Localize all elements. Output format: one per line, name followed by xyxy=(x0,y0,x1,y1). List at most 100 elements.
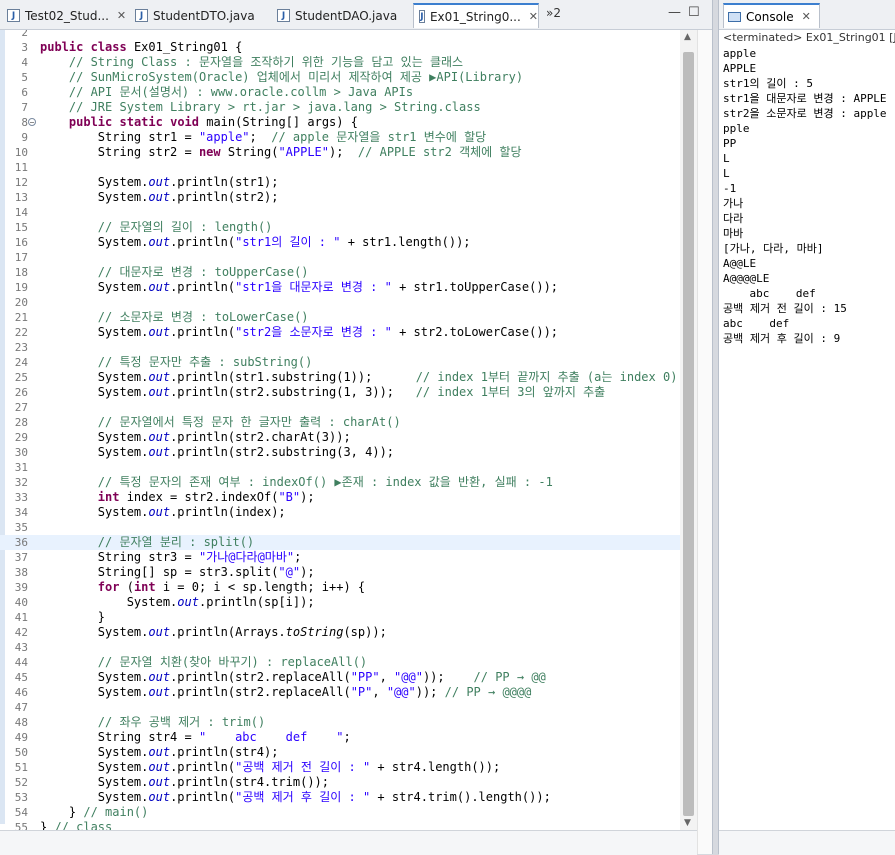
code-line[interactable]: 30 System.out.println(str2.substring(3, … xyxy=(0,445,680,460)
line-number: 2 xyxy=(21,30,28,39)
code-line[interactable]: 3 public class Ex01_String01 { xyxy=(0,40,680,55)
line-number: 37 xyxy=(14,551,28,564)
code-line[interactable]: 11 xyxy=(0,160,680,175)
code-line[interactable]: 54 } // main() xyxy=(0,805,680,820)
code-line[interactable]: 12 System.out.println(str1); xyxy=(0,175,680,190)
scroll-up-icon[interactable]: ▲ xyxy=(684,32,691,42)
close-icon[interactable]: ✕ xyxy=(117,9,126,22)
console-view[interactable]: Console ✕ <terminated> Ex01_String01 [Ja… xyxy=(718,0,895,855)
code-line[interactable]: 33 int index = str2.indexOf("B"); xyxy=(0,490,680,505)
code-line[interactable]: 27 xyxy=(0,400,680,415)
code-line[interactable]: 19 System.out.println("str1을 대문자로 변경 : "… xyxy=(0,280,680,295)
code-line[interactable]: 34 System.out.println(index); xyxy=(0,505,680,520)
line-number: 11 xyxy=(14,161,28,174)
scroll-down-icon[interactable]: ▼ xyxy=(684,818,691,828)
code-line[interactable]: 55} // class xyxy=(0,820,680,830)
code-line[interactable]: 35 xyxy=(0,520,680,535)
line-number: 38 xyxy=(14,566,28,579)
code-line[interactable]: 32 // 특정 문자의 존재 여부 : indexOf() ▶존재 : ind… xyxy=(0,475,680,490)
tab-console[interactable]: Console ✕ xyxy=(723,3,820,28)
code-line[interactable]: 40 System.out.println(sp[i]); xyxy=(0,595,680,610)
maximize-icon[interactable]: ☐ xyxy=(688,5,700,20)
code-line[interactable]: 36 // 문자열 분리 : split() xyxy=(0,535,680,550)
close-icon[interactable]: ✕ xyxy=(529,10,538,23)
tab-test02[interactable]: J Test02_Stud... ✕ xyxy=(2,3,128,28)
code-line[interactable]: 41 } xyxy=(0,610,680,625)
line-number: 44 xyxy=(14,656,28,669)
code-line[interactable]: 38 String[] sp = str3.split("@"); xyxy=(0,565,680,580)
code-line[interactable]: 6 // API 문서(설명서) : www.oracle.collm > Ja… xyxy=(0,85,680,100)
code-line[interactable]: 50 System.out.println(str4); xyxy=(0,745,680,760)
code-line[interactable]: 5 // SunMicroSystem(Oracle) 업체에서 미리서 제작하… xyxy=(0,70,680,85)
code-line[interactable]: 16 System.out.println("str1의 길이 : " + st… xyxy=(0,235,680,250)
minimize-icon[interactable]: — xyxy=(668,5,681,20)
tab-studentdao[interactable]: J StudentDAO.java xyxy=(272,3,410,28)
close-icon[interactable]: ✕ xyxy=(802,10,811,23)
code-line[interactable]: 42 System.out.println(Arrays.toString(sp… xyxy=(0,625,680,640)
code-line[interactable]: 53 System.out.println("공백 제거 후 길이 : " + … xyxy=(0,790,680,805)
code-line[interactable]: 48 // 좌우 공백 제거 : trim() xyxy=(0,715,680,730)
code-text: // 특정 문자만 추출 : subString() xyxy=(97,355,313,369)
code-line[interactable]: 17 xyxy=(0,250,680,265)
code-line[interactable]: 21 // 소문자로 변경 : toLowerCase() xyxy=(0,310,680,325)
code-line[interactable]: 51 System.out.println("공백 제거 전 길이 : " + … xyxy=(0,760,680,775)
horizontal-scrollbar[interactable] xyxy=(0,830,697,855)
tab-ex01-string01[interactable]: J Ex01_String0... ✕ xyxy=(413,3,539,28)
line-number: 45 xyxy=(14,671,28,684)
code-line[interactable]: 28 // 문자열에서 특정 문자 한 글자만 출력 : charAt() xyxy=(0,415,680,430)
console-line: -1 xyxy=(723,182,737,195)
code-line[interactable]: 25 System.out.println(str1.substring(1))… xyxy=(0,370,680,385)
code-line[interactable]: 13 System.out.println(str2); xyxy=(0,190,680,205)
code-line[interactable]: 10 String str2 = new String("APPLE"); //… xyxy=(0,145,680,160)
code-text-area[interactable]: 2 3 public class Ex01_String01 {4 // Strin… xyxy=(0,30,680,830)
code-text: System.out.println("str1의 길이 : " + str1.… xyxy=(40,235,471,249)
code-line[interactable]: 15 // 문자열의 길이 : length() xyxy=(0,220,680,235)
tab-studentdto[interactable]: J StudentDTO.java xyxy=(130,3,270,28)
scrollbar-thumb[interactable] xyxy=(683,52,694,816)
code-line[interactable]: 24 // 특정 문자만 추출 : subString() xyxy=(0,355,680,370)
code-line[interactable]: 52 System.out.println(str4.trim()); xyxy=(0,775,680,790)
code-line[interactable]: 39 for (int i = 0; i < sp.length; i++) { xyxy=(0,580,680,595)
line-number: 49 xyxy=(14,731,28,744)
code-line[interactable]: 14 xyxy=(0,205,680,220)
code-line[interactable]: 49 String str4 = " abc def "; xyxy=(0,730,680,745)
code-text: // 문자열 분리 : split() xyxy=(97,535,255,549)
code-text: System.out.println(str4.trim()); xyxy=(40,775,330,789)
code-text: } xyxy=(40,610,106,624)
code-line[interactable]: 46 System.out.println(str2.replaceAll("P… xyxy=(0,685,680,700)
code-line[interactable]: 47 xyxy=(0,700,680,715)
code-editor[interactable]: J Test02_Stud... ✕ J StudentDTO.java J S… xyxy=(0,0,713,855)
code-line[interactable]: 4 // String Class : 문자열을 조작하기 위한 기능을 담고 … xyxy=(0,55,680,70)
code-text: String str3 = "가나@다라@마바"; xyxy=(40,550,302,564)
code-line[interactable]: 9 String str1 = "apple"; // apple 문자열을 s… xyxy=(0,130,680,145)
code-line[interactable]: 29 System.out.println(str2.charAt(3)); xyxy=(0,430,680,445)
line-number: 23 xyxy=(14,341,28,354)
code-line[interactable]: 23 xyxy=(0,340,680,355)
code-line[interactable]: 8− public static void main(String[] args… xyxy=(0,115,680,130)
code-line[interactable]: 7 // JRE System Library > rt.jar > java.… xyxy=(0,100,680,115)
code-line[interactable]: 44 // 문자열 치환(찾아 바꾸기) : replaceAll() xyxy=(0,655,680,670)
code-line[interactable]: 31 xyxy=(0,460,680,475)
line-number: 20 xyxy=(14,296,28,309)
code-line[interactable]: 26 System.out.println(str2.substring(1, … xyxy=(0,385,680,400)
code-line[interactable]: 18 // 대문자로 변경 : toUpperCase() xyxy=(0,265,680,280)
code-line[interactable]: 22 System.out.println("str2을 소문자로 변경 : "… xyxy=(0,325,680,340)
tab-overflow-button[interactable]: »2 xyxy=(546,6,561,20)
code-line[interactable]: 43 xyxy=(0,640,680,655)
console-horizontal-scrollbar[interactable] xyxy=(719,830,895,855)
line-number: 30 xyxy=(14,446,28,459)
console-line: str1의 길이 : 5 xyxy=(723,77,813,90)
line-number: 34 xyxy=(14,506,28,519)
code-line[interactable]: 20 xyxy=(0,295,680,310)
line-number: 43 xyxy=(14,641,28,654)
code-text: } // main() xyxy=(40,805,149,819)
java-file-icon: J xyxy=(277,9,290,22)
code-line[interactable]: 37 String str3 = "가나@다라@마바"; xyxy=(0,550,680,565)
line-number: 46 xyxy=(14,686,28,699)
fold-toggle-icon[interactable]: − xyxy=(28,118,36,127)
code-text: String[] sp = str3.split("@"); xyxy=(40,565,315,579)
code-line[interactable]: 45 System.out.println(str2.replaceAll("P… xyxy=(0,670,680,685)
console-line: abc def xyxy=(723,317,790,330)
code-line[interactable]: 2 xyxy=(0,30,680,40)
code-text: System.out.println(Arrays.toString(sp)); xyxy=(40,625,387,639)
